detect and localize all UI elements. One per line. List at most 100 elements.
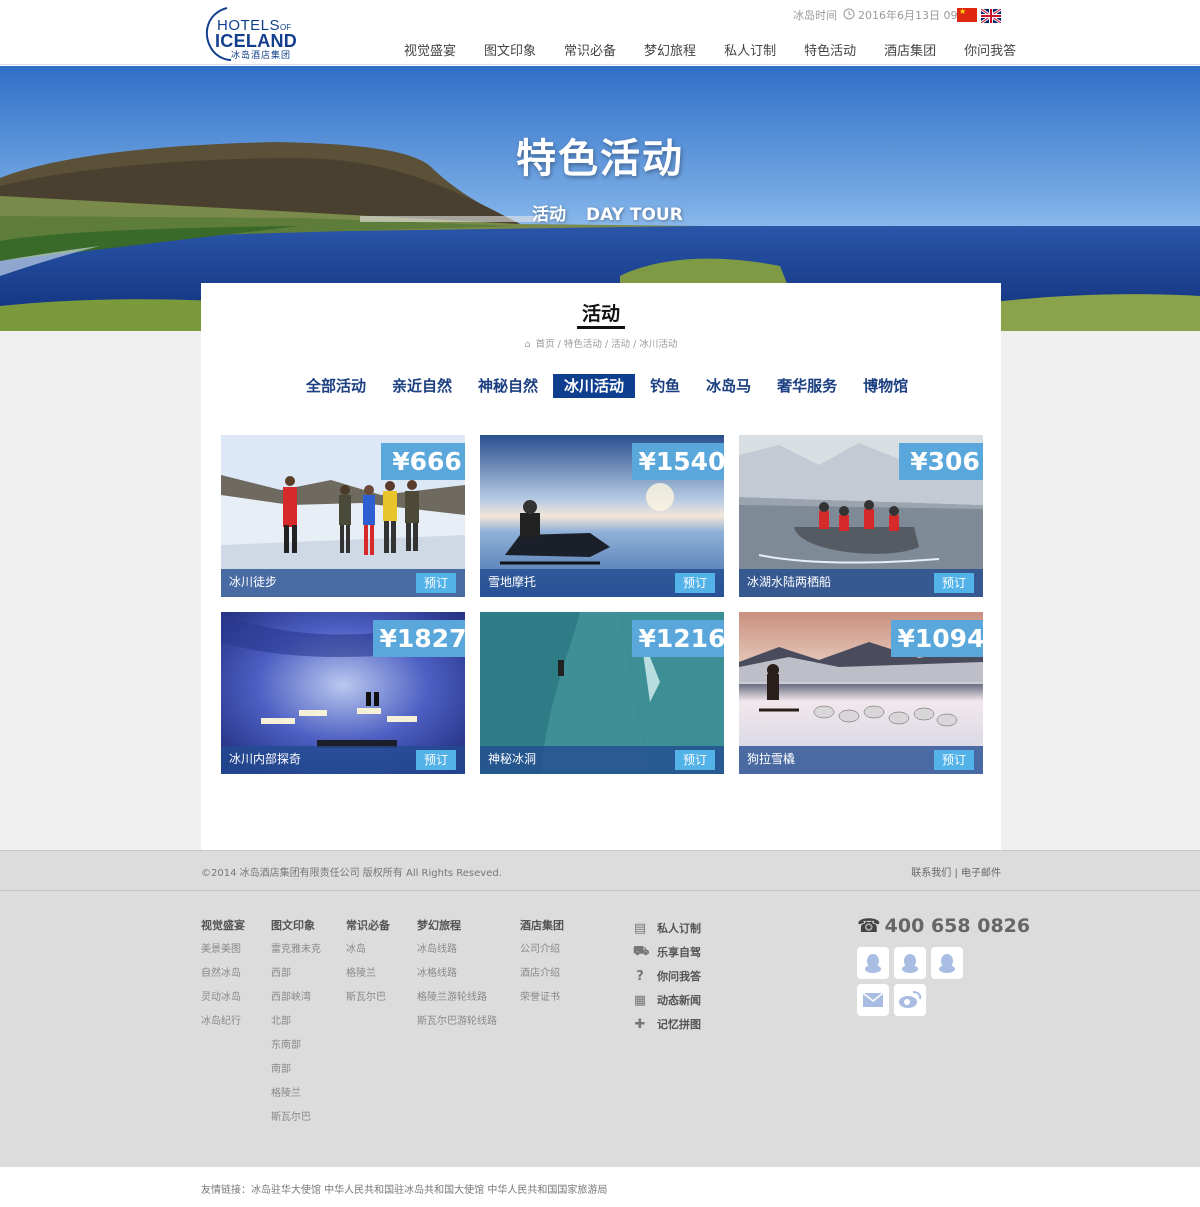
footer-col-hotel-group: 酒店集团 公司介绍 酒店介绍 荣誉证书 [520, 917, 564, 1015]
main-nav: 视觉盛宴 图文印象 常识必备 梦幻旅程 私人订制 特色活动 酒店集团 你问我答 [390, 40, 1030, 59]
footer-link[interactable]: 雷克雅未克 [271, 943, 321, 957]
activity-card-inside-glacier[interactable]: ¥1827 冰川内部探奇 预订 [221, 612, 465, 774]
price-tag: ¥1540 [632, 443, 724, 480]
footer-link[interactable]: 酒店介绍 [520, 967, 564, 981]
qq-icon[interactable] [857, 947, 889, 979]
footer-link[interactable]: 自然冰岛 [201, 967, 245, 981]
tab-luxury[interactable]: 奢华服务 [766, 374, 848, 398]
price-tag: ¥306 [899, 443, 983, 480]
book-button[interactable]: 预订 [416, 750, 456, 770]
footer-link[interactable]: 冰格线路 [417, 967, 497, 981]
quick-link-news[interactable]: ▦ 动态新闻 [633, 988, 701, 1012]
nav-item-faq[interactable]: 你问我答 [964, 40, 1016, 59]
footer-col-head[interactable]: 梦幻旅程 [417, 917, 497, 933]
price-tag: ¥1827 [373, 620, 465, 657]
footer-link[interactable]: 斯瓦尔巴游轮线路 [417, 1015, 497, 1029]
book-button[interactable]: 预订 [675, 573, 715, 593]
footer-link[interactable]: 南部 [271, 1063, 321, 1077]
breadcrumb-text[interactable]: 首页 / 特色活动 / 活动 / 冰川活动 [536, 339, 678, 350]
footer-link[interactable]: 西部峡湾 [271, 991, 321, 1005]
footer-link[interactable]: 斯瓦尔巴 [271, 1111, 321, 1125]
activity-name[interactable]: 冰川徒步 [229, 573, 277, 590]
phone-icon: ☎ [857, 915, 881, 937]
quick-link-puzzle[interactable]: ✚ 记忆拼图 [633, 1012, 701, 1036]
tab-mystery[interactable]: 神秘自然 [467, 374, 549, 398]
copyright-text: ©2014 冰岛酒店集团有限责任公司 版权所有 All Rights Resev… [201, 868, 502, 879]
weibo-icon[interactable] [894, 984, 926, 1016]
tab-horse[interactable]: 冰岛马 [695, 374, 762, 398]
qq-icon[interactable] [931, 947, 963, 979]
activity-name[interactable]: 狗拉雪橇 [747, 750, 795, 767]
nav-item-dream-trips[interactable]: 梦幻旅程 [644, 40, 696, 59]
friend-links-bar: 友情链接：冰岛驻华大使馆 中华人民共和国驻冰岛共和国大使馆 中华人民共和国国家旅… [0, 1167, 1200, 1207]
email-icon[interactable] [857, 984, 889, 1016]
activity-card-ice-cave[interactable]: ¥1216 神秘冰洞 预订 [480, 612, 724, 774]
banner-title: 特色活动 [516, 136, 684, 182]
quick-link-selfdrive[interactable]: ⛟ 乐享自驾 [633, 940, 701, 964]
footer-link[interactable]: 格陵兰 [346, 967, 390, 981]
friend-links[interactable]: 友情链接：冰岛驻华大使馆 中华人民共和国驻冰岛共和国大使馆 中华人民共和国国家旅… [201, 1181, 607, 1196]
book-button[interactable]: 预订 [934, 573, 974, 593]
book-button[interactable]: 预订 [934, 750, 974, 770]
footer-link[interactable]: 灵动冰岛 [201, 991, 245, 1005]
banner-subtitle: 活动 DAY TOUR [532, 200, 703, 225]
activity-name[interactable]: 神秘冰洞 [488, 750, 536, 767]
quick-link-custom[interactable]: ▤ 私人订制 [633, 916, 701, 940]
footer-col-trips: 梦幻旅程 冰岛线路 冰格线路 格陵兰游轮线路 斯瓦尔巴游轮线路 [417, 917, 497, 1039]
phone-number[interactable]: 400 658 0826 [885, 915, 1030, 937]
nav-item-activities[interactable]: 特色活动 [804, 40, 856, 59]
tab-all[interactable]: 全部活动 [295, 374, 377, 398]
nav-item-impressions[interactable]: 图文印象 [484, 40, 536, 59]
footer-col-head[interactable]: 图文印象 [271, 917, 321, 933]
footer-link[interactable]: 冰岛 [346, 943, 390, 957]
tab-glacier[interactable]: 冰川活动 [553, 374, 636, 398]
footer-link[interactable]: 冰岛纪行 [201, 1015, 245, 1029]
activity-card-dog-sled[interactable]: ¥1094 狗拉雪橇 预订 [739, 612, 983, 774]
nav-item-visual-feast[interactable]: 视觉盛宴 [404, 40, 456, 59]
question-icon: ? [636, 968, 644, 984]
activity-name[interactable]: 雪地摩托 [488, 573, 536, 590]
book-button[interactable]: 预订 [416, 573, 456, 593]
tab-nature[interactable]: 亲近自然 [381, 374, 463, 398]
clock-icon [843, 8, 855, 23]
footer-link[interactable]: 荣誉证书 [520, 991, 564, 1005]
qq-icon[interactable] [894, 947, 926, 979]
footer-col-essentials: 常识必备 冰岛 格陵兰 斯瓦尔巴 [346, 917, 390, 1015]
footer-col-head[interactable]: 常识必备 [346, 917, 390, 933]
footer-link[interactable]: 美景美图 [201, 943, 245, 957]
footer-col-head[interactable]: 酒店集团 [520, 917, 564, 933]
book-button[interactable]: 预订 [675, 750, 715, 770]
footer-col-head[interactable]: 视觉盛宴 [201, 917, 245, 933]
home-icon[interactable]: ⌂ [525, 339, 531, 350]
chinese-flag-icon[interactable] [957, 7, 977, 22]
breadcrumb: ⌂ 首页 / 特色活动 / 活动 / 冰川活动 [201, 336, 1001, 350]
site-logo[interactable]: HOTELSOF ICELAND 冰岛酒店集团 [203, 5, 303, 61]
footer-col-visual: 视觉盛宴 美景美图 自然冰岛 灵动冰岛 冰岛纪行 [201, 917, 245, 1039]
activity-card-amphibious-boat[interactable]: ¥306 冰湖水陆两栖船 预订 [739, 435, 983, 597]
tab-museum[interactable]: 博物馆 [852, 374, 919, 398]
banner-subtitle-en: DAY TOUR [586, 205, 683, 225]
footer-link[interactable]: 格陵兰 [271, 1087, 321, 1101]
footer-link[interactable]: 东南部 [271, 1039, 321, 1053]
footer-link[interactable]: 格陵兰游轮线路 [417, 991, 497, 1005]
nav-item-hotel-group[interactable]: 酒店集团 [884, 40, 936, 59]
activity-card-glacier-hike[interactable]: ¥666 冰川徒步 预订 [221, 435, 465, 597]
puzzle-icon: ✚ [634, 1016, 646, 1032]
site-header: HOTELSOF ICELAND 冰岛酒店集团 冰岛时间 2016年6月13日 … [0, 0, 1200, 65]
clipboard-icon: ▤ [633, 920, 647, 936]
footer-link[interactable]: 西部 [271, 967, 321, 981]
footer-link[interactable]: 北部 [271, 1015, 321, 1029]
nav-item-essentials[interactable]: 常识必备 [564, 40, 616, 59]
banner-subtitle-cn: 活动 [532, 205, 566, 225]
footer-contact-links[interactable]: 联系我们 | 电子邮件 [911, 864, 1001, 879]
footer-link[interactable]: 冰岛线路 [417, 943, 497, 957]
activity-card-snowmobile[interactable]: ¥1540 雪地摩托 预订 [480, 435, 724, 597]
activity-name[interactable]: 冰川内部探奇 [229, 750, 301, 767]
footer-link[interactable]: 公司介绍 [520, 943, 564, 957]
nav-item-custom[interactable]: 私人订制 [724, 40, 776, 59]
uk-flag-icon[interactable] [980, 7, 1002, 25]
activity-name[interactable]: 冰湖水陆两栖船 [747, 573, 831, 590]
quick-link-faq[interactable]: ? 你问我答 [633, 964, 701, 988]
footer-link[interactable]: 斯瓦尔巴 [346, 991, 390, 1005]
tab-fishing[interactable]: 钓鱼 [639, 374, 691, 398]
